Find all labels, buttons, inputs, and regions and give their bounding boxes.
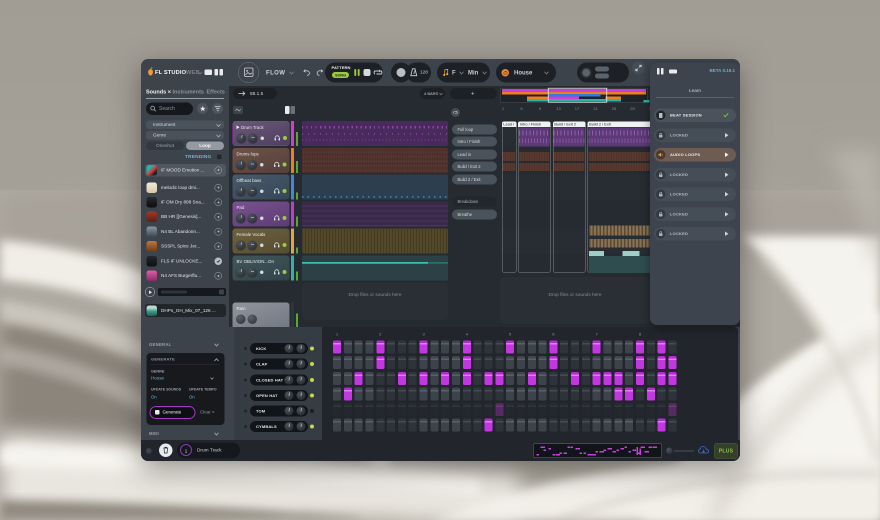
svg-text:25: 25 — [612, 106, 617, 111]
svg-text:13: 13 — [556, 106, 561, 111]
svg-text:17: 17 — [575, 106, 580, 111]
svg-text:9: 9 — [539, 106, 542, 111]
svg-text:5: 5 — [520, 106, 523, 111]
svg-text:1: 1 — [502, 106, 505, 111]
svg-text:29: 29 — [630, 106, 635, 111]
svg-text:21: 21 — [593, 106, 598, 111]
